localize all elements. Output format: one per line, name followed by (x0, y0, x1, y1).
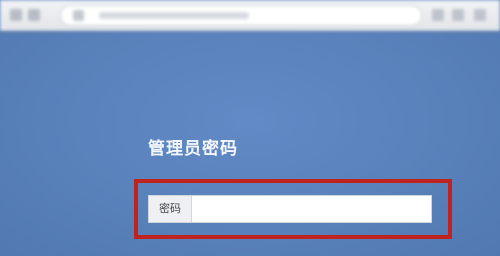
address-text (99, 12, 249, 19)
address-bar[interactable] (60, 5, 422, 26)
password-label: 密码 (149, 196, 192, 222)
page-title: 管理员密码 (148, 139, 238, 159)
forward-icon[interactable] (28, 9, 40, 21)
browser-toolbar (0, 0, 500, 31)
password-input[interactable] (192, 196, 431, 222)
star-icon[interactable] (432, 9, 444, 21)
password-field[interactable]: 密码 (148, 195, 432, 223)
back-icon[interactable] (10, 9, 22, 21)
download-icon[interactable] (452, 9, 464, 21)
menu-icon[interactable] (474, 9, 486, 21)
lock-icon (73, 10, 84, 21)
